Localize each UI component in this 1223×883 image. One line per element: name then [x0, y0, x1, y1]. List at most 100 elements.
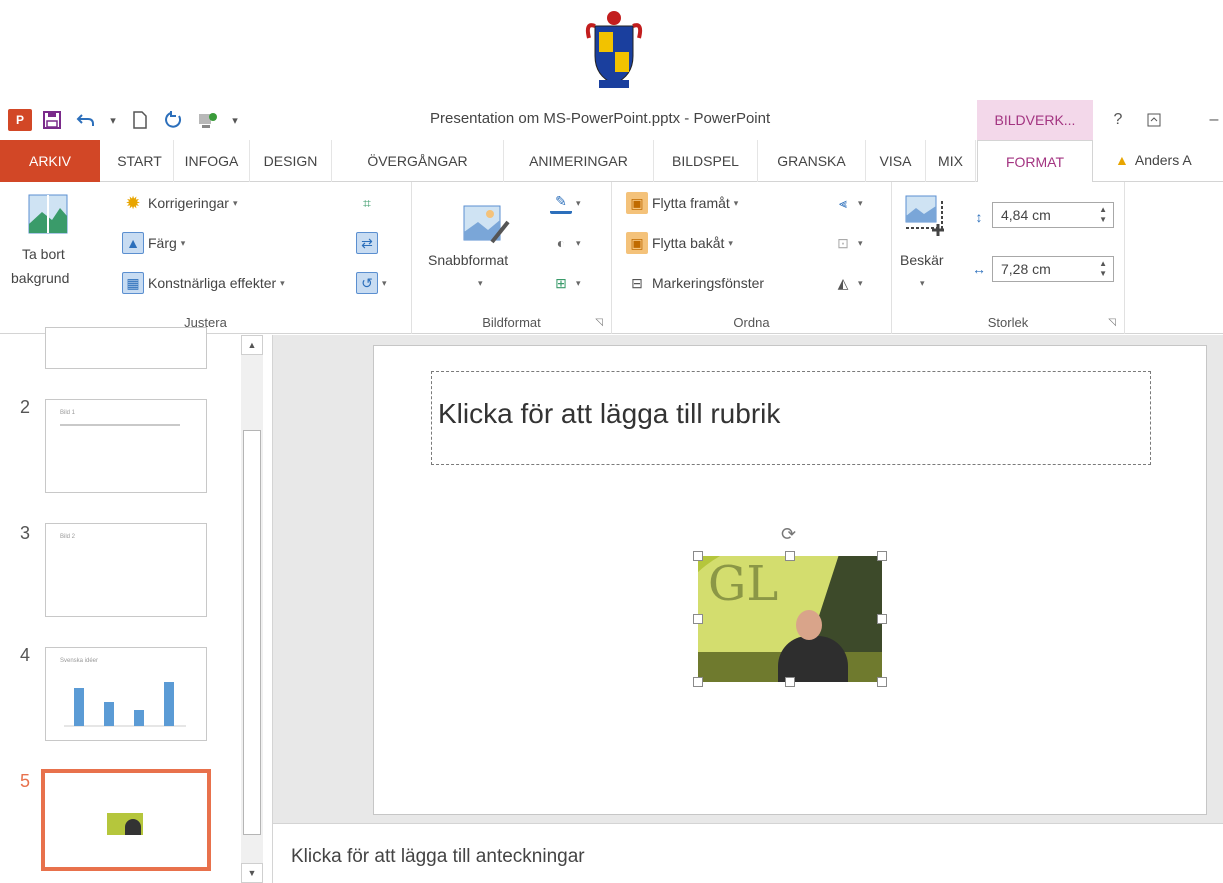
- start-from-beginning-icon[interactable]: [160, 106, 188, 134]
- send-backward-icon: ▣: [626, 232, 648, 254]
- resize-handle[interactable]: [693, 677, 703, 687]
- scroll-down-icon[interactable]: ▼: [241, 863, 263, 883]
- remove-bg-label-2[interactable]: bakgrund: [11, 270, 69, 286]
- remove-bg-label-1[interactable]: Ta bort: [22, 246, 65, 262]
- scroll-up-icon[interactable]: ▲: [241, 335, 263, 355]
- bring-forward-button[interactable]: ▣ Flytta framåt ▾: [626, 192, 738, 214]
- dialog-launcher-icon[interactable]: ◹: [1108, 317, 1116, 328]
- tab-mix[interactable]: MIX: [926, 140, 976, 182]
- quick-styles-icon[interactable]: [462, 202, 510, 246]
- tab-format[interactable]: FORMAT: [977, 140, 1093, 183]
- powerpoint-app-icon[interactable]: P: [8, 109, 32, 131]
- chevron-down-icon[interactable]: ▾: [478, 278, 483, 289]
- picture-color-icon: ▲: [122, 232, 144, 254]
- user-account[interactable]: ▲ Anders A: [1115, 152, 1192, 168]
- slide-number: 5: [20, 771, 31, 791]
- slide-editor: Klicka för att lägga till rubrik ⟳ GL: [272, 335, 1223, 823]
- tab-start[interactable]: START: [106, 140, 174, 182]
- slide-thumbnail-1[interactable]: [45, 327, 207, 369]
- undo-icon[interactable]: [72, 106, 100, 134]
- chevron-down-icon[interactable]: ▾: [920, 278, 925, 289]
- slide-thumbnail-4[interactable]: Svenska idéer: [45, 647, 207, 741]
- tab-visa[interactable]: VISA: [866, 140, 926, 182]
- resize-handle[interactable]: [693, 614, 703, 624]
- customize-toolbar-icon[interactable]: ▾: [228, 106, 242, 134]
- thumbnail-title: Bild 1: [60, 410, 76, 416]
- slide-thumbnail-5[interactable]: [41, 769, 211, 871]
- picture-border-button[interactable]: ✎ ▾: [550, 192, 581, 214]
- thumbnail-bar-chart: [64, 682, 186, 727]
- tab-granska[interactable]: GRANSKA: [758, 140, 866, 182]
- save-icon[interactable]: [38, 106, 66, 134]
- width-input[interactable]: 7,28 cm ▲ ▼: [992, 256, 1114, 282]
- crop-icon[interactable]: [904, 194, 948, 238]
- reset-picture-button[interactable]: ↺ ▾: [356, 272, 387, 294]
- resize-handle[interactable]: [785, 677, 795, 687]
- minimize-button[interactable]: –: [1200, 108, 1223, 132]
- title-placeholder[interactable]: Klicka för att lägga till rubrik: [431, 371, 1151, 465]
- align-icon: ⫷: [839, 194, 847, 211]
- align-button[interactable]: ⫷ ▾: [832, 192, 862, 214]
- tab-infoga[interactable]: INFOGA: [174, 140, 250, 182]
- slide-number: 4: [20, 645, 31, 665]
- help-button[interactable]: ?: [1104, 108, 1132, 132]
- quick-styles-label[interactable]: Snabbformat: [428, 252, 508, 268]
- thumbnail-text-line: [60, 424, 180, 426]
- chevron-down-icon: ▾: [232, 197, 238, 208]
- rotate-handle-icon[interactable]: ⟳: [781, 524, 796, 545]
- artistic-effects-button[interactable]: ▦ Konstnärliga effekter ▾: [122, 272, 285, 294]
- picture-tools-context-tab[interactable]: BILDVERK...: [977, 100, 1093, 140]
- tab-design[interactable]: DESIGN: [250, 140, 332, 182]
- spinner-arrows-icon[interactable]: ▲ ▼: [1099, 205, 1107, 225]
- thumbnails-scrollbar[interactable]: ▲ ▼: [241, 335, 263, 883]
- selected-picture[interactable]: GL: [698, 556, 882, 682]
- publish-icon[interactable]: [194, 106, 222, 134]
- height-input[interactable]: 4,84 cm ▲ ▼: [992, 202, 1114, 228]
- resize-handle[interactable]: [877, 614, 887, 624]
- send-backward-button[interactable]: ▣ Flytta bakåt ▾: [626, 232, 733, 254]
- rotate-button[interactable]: ◭ ▾: [832, 272, 863, 294]
- thumbnail-title: Svenska idéer: [60, 658, 99, 664]
- spinner-arrows-icon[interactable]: ▲ ▼: [1099, 259, 1107, 279]
- resize-handle[interactable]: [877, 551, 887, 561]
- height-icon: ↕: [975, 209, 983, 225]
- color-button[interactable]: ▲ Färg ▾: [122, 232, 185, 254]
- tab-animeringar[interactable]: ANIMERINGAR: [504, 140, 654, 182]
- picture-effects-button[interactable]: ◐ ▾: [550, 232, 581, 254]
- selection-pane-button[interactable]: ⊟ Markeringsfönster: [626, 272, 764, 294]
- new-document-icon[interactable]: [126, 106, 154, 134]
- chevron-down-icon: ▾: [576, 197, 581, 208]
- rotate-icon: ◭: [837, 274, 849, 291]
- bring-forward-icon: ▣: [626, 192, 648, 214]
- height-value: 4,84 cm: [1001, 207, 1051, 223]
- resize-handle[interactable]: [785, 551, 795, 561]
- notes-pane[interactable]: Klicka för att lägga till anteckningar: [272, 823, 1223, 883]
- corrections-button[interactable]: ✹ Korrigeringar ▾: [122, 192, 237, 214]
- group-label-size: Storlek: [987, 315, 1029, 330]
- group-label-picture-styles: Bildformat: [482, 315, 541, 330]
- group-objects-button[interactable]: ⊡ ▾: [832, 232, 862, 254]
- scrollbar-thumb[interactable]: [243, 430, 261, 835]
- chevron-down-icon: ▾: [858, 277, 863, 288]
- ribbon-display-options-icon[interactable]: [1140, 108, 1168, 132]
- ribbon: Ta bort bakgrund ✹ Korrigeringar ▾ ▲ Fär…: [0, 182, 1223, 334]
- group-adjust: Ta bort bakgrund ✹ Korrigeringar ▾ ▲ Fär…: [0, 182, 412, 334]
- current-slide[interactable]: Klicka för att lägga till rubrik ⟳ GL: [373, 345, 1207, 815]
- undo-dropdown-icon[interactable]: ▾: [106, 106, 120, 134]
- compress-pictures-button[interactable]: ⌗: [356, 192, 378, 214]
- dialog-launcher-icon[interactable]: ◹: [595, 317, 603, 328]
- tab-bildspel[interactable]: BILDSPEL: [654, 140, 758, 182]
- tab-arkiv[interactable]: ARKIV: [0, 140, 100, 182]
- crop-label[interactable]: Beskär: [900, 252, 944, 268]
- resize-handle[interactable]: [693, 551, 703, 561]
- remove-background-icon[interactable]: [28, 194, 68, 234]
- group-arrange: ▣ Flytta framåt ▾ ▣ Flytta bakåt ▾ ⊟ Mar…: [612, 182, 892, 334]
- change-picture-button[interactable]: ⇄: [356, 232, 378, 254]
- resize-handle[interactable]: [877, 677, 887, 687]
- picture-layout-button[interactable]: ⊞ ▾: [550, 272, 581, 294]
- chevron-down-icon: ▾: [576, 277, 581, 288]
- picture-background-letters: GL: [708, 556, 779, 612]
- slide-thumbnail-2[interactable]: Bild 1: [45, 399, 207, 493]
- slide-thumbnail-3[interactable]: Bild 2: [45, 523, 207, 617]
- tab-overgangar[interactable]: ÖVERGÅNGAR: [332, 140, 504, 182]
